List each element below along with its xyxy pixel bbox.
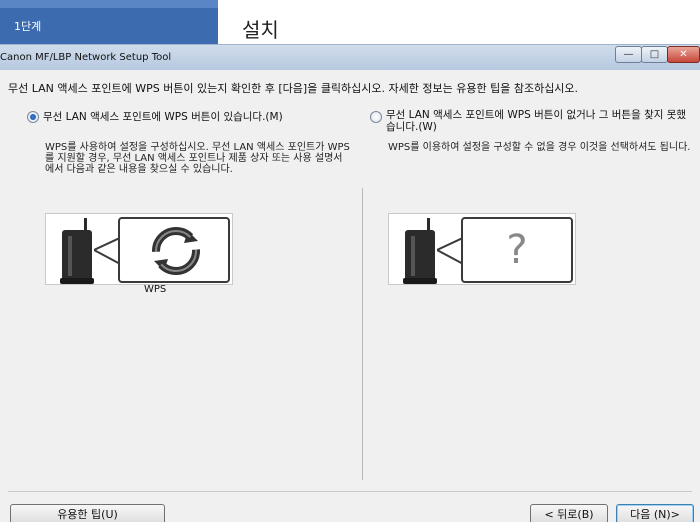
wps-available-description: WPS를 사용하여 설정을 구성하십시오. 무선 LAN 액세스 포인트가 WP… <box>45 142 350 175</box>
back-button[interactable]: < 뒤로(B) <box>530 504 608 522</box>
wps-illustration <box>45 213 233 285</box>
dialog-titlebar[interactable]: Canon MF/LBP Network Setup Tool — □ ✕ <box>0 44 700 70</box>
instruction-text: 무선 LAN 액세스 포인트에 WPS 버튼이 있는지 확인한 후 [다음]을 … <box>8 82 579 95</box>
wps-unavailable-description: WPS를 이용하여 설정을 구성할 수 없을 경우 이것을 선택하셔도 됩니다. <box>388 142 691 153</box>
minimize-button[interactable]: — <box>615 46 642 63</box>
option-divider <box>362 188 363 480</box>
footer-divider <box>8 491 692 492</box>
installer-page-title: 설치 <box>242 18 279 42</box>
background-installer-window: 1단계 설치 <box>0 0 700 44</box>
wps-callout <box>118 217 230 283</box>
wps-unavailable-radio[interactable] <box>370 111 382 123</box>
maximize-button[interactable]: □ <box>641 46 668 63</box>
question-icon: ? <box>506 227 528 273</box>
no-wps-illustration: ? <box>388 213 576 285</box>
wps-caption: WPS <box>144 284 167 295</box>
installer-step-sidebar: 1단계 <box>0 0 218 44</box>
step-label: 1단계 <box>14 20 42 33</box>
screen: 1단계 설치 Canon MF/LBP Network Setup Tool —… <box>0 0 700 522</box>
tips-button[interactable]: 유용한 팁(U) <box>10 504 165 522</box>
wps-available-label[interactable]: 무선 LAN 액세스 포인트에 WPS 버튼이 있습니다.(M) <box>43 111 353 123</box>
sidebar-band <box>0 0 218 8</box>
next-button[interactable]: 다음 (N)> <box>616 504 694 522</box>
question-callout: ? <box>461 217 573 283</box>
dialog-title: Canon MF/LBP Network Setup Tool <box>0 52 172 63</box>
wps-available-radio[interactable] <box>27 111 39 123</box>
close-button[interactable]: ✕ <box>667 46 700 63</box>
wps-icon <box>152 227 200 275</box>
wps-unavailable-label[interactable]: 무선 LAN 액세스 포인트에 WPS 버튼이 없거나 그 버튼을 찾지 못했습… <box>386 109 692 133</box>
network-setup-dialog: Canon MF/LBP Network Setup Tool — □ ✕ 무선… <box>0 44 700 522</box>
